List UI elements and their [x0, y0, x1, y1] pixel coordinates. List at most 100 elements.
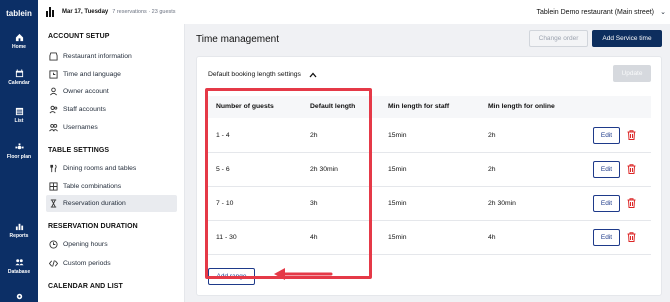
sidebar-item-label: Usernames: [63, 124, 98, 131]
chevron-up-icon[interactable]: [309, 72, 317, 78]
sidebar-item-label: Staff accounts: [63, 106, 106, 113]
code-icon: [49, 260, 58, 267]
page-title: Time management: [196, 34, 279, 45]
edit-button[interactable]: Edit: [593, 195, 620, 212]
guests-cell: 5 - 6: [216, 166, 230, 173]
settings-icon: [16, 293, 22, 300]
default-length-cell: 2h 30min: [310, 166, 338, 173]
nav-home[interactable]: Home: [0, 33, 38, 50]
current-date[interactable]: Mar 17, Tuesday: [62, 9, 108, 15]
nav-floor-plan[interactable]: Floor plan: [0, 143, 38, 160]
trash-icon[interactable]: [627, 232, 636, 242]
dining-icon: [50, 164, 57, 173]
nav-calendar[interactable]: Calendar: [0, 69, 38, 86]
chevron-down-icon[interactable]: ⌄: [660, 8, 666, 16]
table-row: 5 - 6 2h 30min 15min 2h Edit: [208, 153, 651, 187]
sidebar-item-time-and-language[interactable]: Time and language: [46, 66, 177, 83]
top-bar: Mar 17, Tuesday 7 reservations · 23 gues…: [38, 0, 670, 24]
logo[interactable]: tablein: [0, 0, 38, 26]
list-icon: [15, 107, 23, 116]
sidebar-item-label: Custom periods: [63, 260, 111, 267]
sidebar-item-custom-periods[interactable]: Custom periods: [46, 255, 177, 272]
staff-min-cell: 15min: [388, 200, 407, 207]
users-icon: [49, 105, 58, 114]
column-header: Default length: [310, 103, 356, 110]
trash-icon[interactable]: [627, 130, 636, 140]
nav-settings[interactable]: [0, 292, 38, 302]
add-service-time-button[interactable]: Add Service time: [592, 30, 662, 47]
sidebar-item-reservation-duration[interactable]: Reservation duration: [46, 195, 177, 212]
reservation-summary: 7 reservations · 23 guests: [112, 9, 176, 15]
online-min-cell: 2h: [488, 132, 496, 139]
column-header: Number of guests: [216, 103, 274, 110]
sidebar-item-label: Restaurant information: [63, 53, 132, 60]
sidebar-item-staff-accounts[interactable]: Staff accounts: [46, 101, 177, 118]
nav-home-label: Home: [12, 44, 26, 50]
sidebar-item-usernames[interactable]: Usernames: [46, 119, 177, 136]
bar-chart-icon: [46, 7, 54, 17]
edit-button[interactable]: Edit: [593, 161, 620, 178]
guests-cell: 1 - 4: [216, 132, 230, 139]
default-length-cell: 3h: [310, 200, 318, 207]
calendar-icon: [15, 69, 23, 78]
store-icon: [49, 52, 58, 61]
table-row: 7 - 10 3h 15min 2h 30min Edit: [208, 187, 651, 221]
panel-header[interactable]: Default booking length settings: [208, 71, 317, 78]
guests-cell: 11 - 30: [216, 234, 237, 241]
column-header: Min length for online: [488, 103, 555, 110]
sidebar-item-label: Time and language: [63, 71, 121, 78]
default-length-cell: 2h: [310, 132, 318, 139]
users-icon: [49, 123, 58, 132]
settings-sidebar: ACCOUNT SETUP Restaurant information Tim…: [38, 24, 185, 302]
reports-icon: [15, 223, 23, 231]
edit-button[interactable]: Edit: [593, 229, 620, 246]
grid-icon: [49, 182, 58, 191]
sidebar-item-label: Reservation duration: [63, 200, 126, 207]
default-length-cell: 4h: [310, 234, 318, 241]
section-calendar-and-list: CALENDAR AND LIST: [48, 283, 123, 290]
edit-button[interactable]: Edit: [593, 127, 620, 144]
floor-plan-icon: [14, 143, 24, 150]
sidebar-item-dining-rooms-and-tables[interactable]: Dining rooms and tables: [46, 160, 177, 177]
sidebar-item-opening-hours[interactable]: Opening hours: [46, 236, 177, 253]
staff-min-cell: 15min: [388, 132, 407, 139]
hourglass-icon: [50, 199, 57, 208]
left-navigation: tablein Home Calendar List Floor plan Re…: [0, 0, 38, 302]
nav-list-label: List: [14, 118, 24, 124]
sidebar-item-table-combinations[interactable]: Table combinations: [46, 178, 177, 195]
table-row: 1 - 4 2h 15min 2h Edit: [208, 119, 651, 153]
restaurant-selector[interactable]: Tablein Demo restaurant (Main street): [537, 9, 655, 16]
booking-length-panel: Default booking length settings Update N…: [196, 56, 662, 296]
nav-reports[interactable]: Reports: [0, 222, 38, 239]
section-account-setup: ACCOUNT SETUP: [48, 33, 110, 40]
staff-min-cell: 15min: [388, 234, 407, 241]
trash-icon[interactable]: [627, 198, 636, 208]
sidebar-item-label: Owner account: [63, 88, 109, 95]
nav-database[interactable]: Database: [0, 258, 38, 275]
panel-title: Default booking length settings: [208, 71, 301, 78]
sidebar-item-owner-account[interactable]: Owner account: [46, 83, 177, 100]
sidebar-item-label: Dining rooms and tables: [63, 165, 137, 172]
online-min-cell: 2h: [488, 166, 496, 173]
sidebar-item-label: Table combinations: [63, 183, 122, 190]
table-row: 11 - 30 4h 15min 4h Edit: [208, 221, 651, 255]
nav-floor-plan-label: Floor plan: [6, 154, 32, 160]
nav-reports-label: Reports: [9, 233, 29, 239]
add-range-button[interactable]: Add range: [208, 268, 255, 285]
change-order-button[interactable]: Change order: [529, 30, 588, 47]
clock-icon: [49, 240, 58, 249]
guests-cell: 7 - 10: [216, 200, 234, 207]
update-button[interactable]: Update: [613, 65, 651, 82]
database-icon: [14, 259, 24, 266]
section-table-settings: TABLE SETTINGS: [48, 147, 110, 154]
sidebar-item-restaurant-information[interactable]: Restaurant information: [46, 48, 177, 65]
table-header: Number of guests Default length Min leng…: [208, 96, 651, 118]
trash-icon[interactable]: [627, 164, 636, 174]
arrow-annotation: [274, 268, 333, 280]
user-icon: [50, 87, 57, 96]
home-icon: [15, 33, 23, 42]
clock-icon: [49, 70, 58, 79]
nav-list[interactable]: List: [0, 107, 38, 124]
main-content: Time management Change order Add Service…: [185, 24, 670, 302]
online-min-cell: 2h 30min: [488, 200, 516, 207]
